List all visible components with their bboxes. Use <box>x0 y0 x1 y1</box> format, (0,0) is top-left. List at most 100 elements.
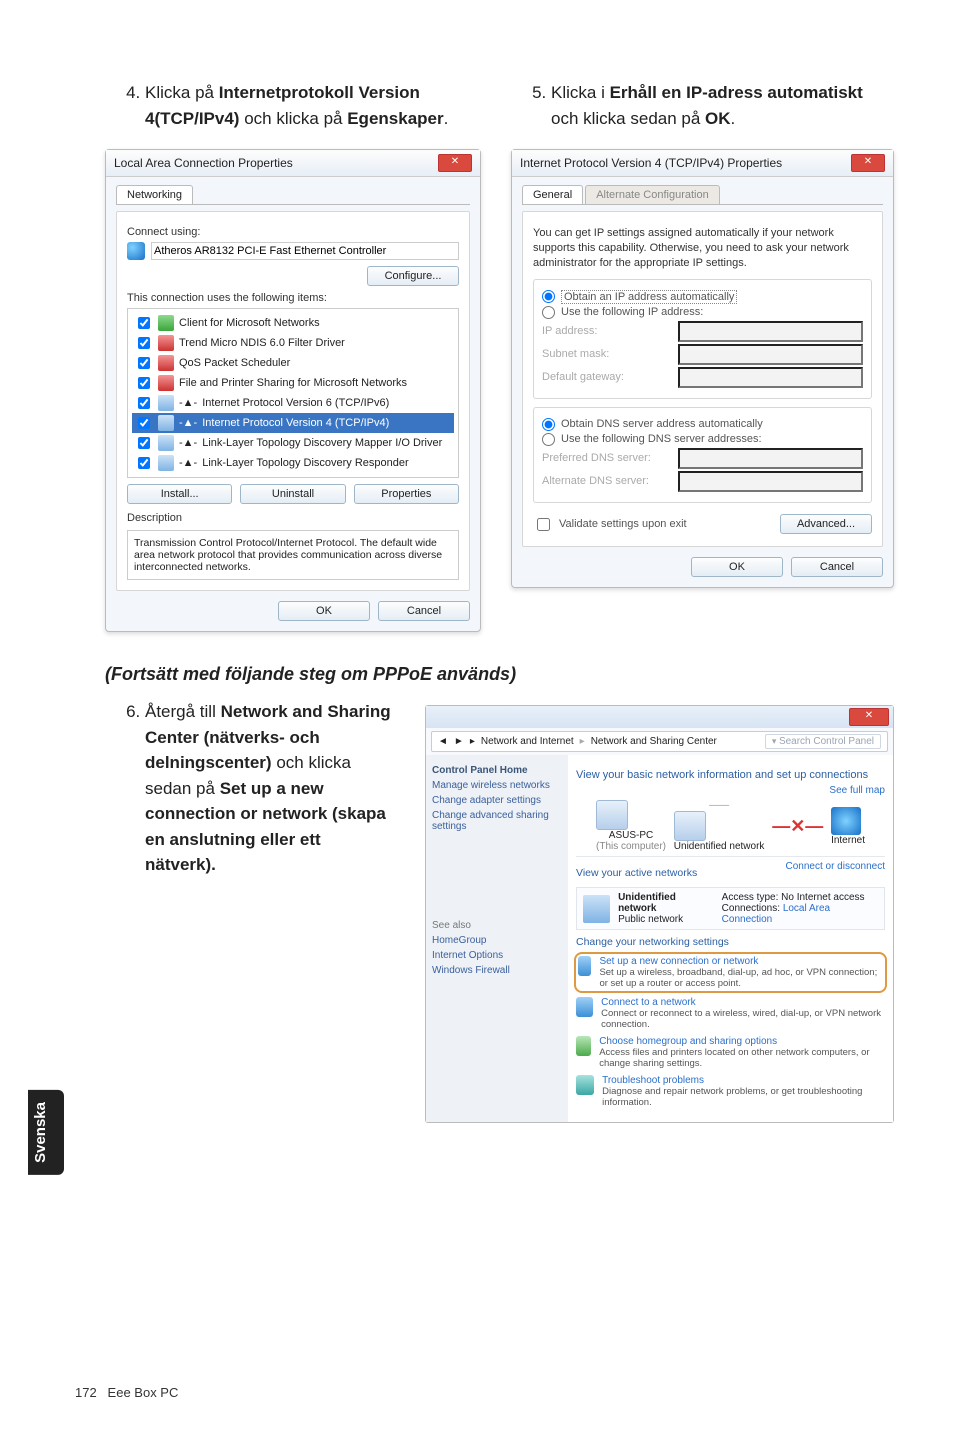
uninstall-button[interactable]: Uninstall <box>240 484 345 504</box>
chk-item-5[interactable] <box>138 417 150 429</box>
pc-icon <box>596 800 628 830</box>
nsc-breadcrumb-2[interactable]: Network and Sharing Center <box>591 736 717 747</box>
radio-obtain-ip[interactable] <box>542 290 555 303</box>
back-icon[interactable]: ◄ <box>438 736 448 747</box>
ipv4-tabs: General Alternate Configuration <box>522 185 883 205</box>
step-6: Återgå till Network and Sharing Center (… <box>145 699 395 878</box>
t3-desc: Access files and printers located on oth… <box>599 1047 885 1069</box>
link-connect-disconnect[interactable]: Connect or disconnect <box>785 861 885 883</box>
ipv4-intro: You can get IP settings assigned automat… <box>533 226 872 271</box>
item-5: Internet Protocol Version 4 (TCP/IPv4) <box>202 417 389 429</box>
lbl-subnet: Subnet mask: <box>542 348 672 360</box>
close-icon[interactable]: ✕ <box>438 154 472 172</box>
step5-bold1: Erhåll en IP-adress automatiskt <box>610 83 863 102</box>
ipv6-icon <box>158 395 174 411</box>
step5-mid: och klicka sedan på <box>551 109 705 128</box>
connection-items-list[interactable]: Client for Microsoft Networks Trend Micr… <box>127 308 459 478</box>
side-internet-options[interactable]: Internet Options <box>432 950 562 961</box>
item-7: Link-Layer Topology Discovery Responder <box>202 457 408 469</box>
chk-validate[interactable] <box>537 518 550 531</box>
item-1: Trend Micro NDIS 6.0 Filter Driver <box>179 337 345 349</box>
network-map: ASUS-PC(This computer) ——Unidentified ne… <box>576 796 885 857</box>
side-homegroup[interactable]: HomeGroup <box>432 935 562 946</box>
desc-text: Transmission Control Protocol/Internet P… <box>127 530 459 580</box>
breadcrumb[interactable]: ◄ ► ▸ Network and Internet ▸ Network and… <box>431 731 888 752</box>
chk-item-7[interactable] <box>138 457 150 469</box>
lbl-use-ip: Use the following IP address: <box>561 306 703 318</box>
acc-val: No Internet access <box>781 892 864 903</box>
lltdr-icon <box>158 455 174 471</box>
lac-cancel-button[interactable]: Cancel <box>378 601 470 621</box>
item-6: Link-Layer Topology Discovery Mapper I/O… <box>202 437 442 449</box>
field-alt-dns <box>678 471 863 492</box>
side-manage-wireless[interactable]: Manage wireless networks <box>432 780 562 791</box>
task-connect-network[interactable]: Connect to a networkConnect or reconnect… <box>576 997 885 1030</box>
active-network-block: Unidentified networkPublic network Acces… <box>576 887 885 930</box>
properties-button[interactable]: Properties <box>354 484 459 504</box>
radio-obtain-dns[interactable] <box>542 418 555 431</box>
search-input[interactable]: ▾ Search Control Panel <box>765 734 881 749</box>
radio-use-ip[interactable] <box>542 306 555 319</box>
tab-alt-config[interactable]: Alternate Configuration <box>585 185 720 204</box>
conn-lbl: Connections: <box>722 903 780 914</box>
step5-bold2: OK <box>705 109 731 128</box>
lbl-ip-address: IP address: <box>542 325 672 337</box>
chk-item-0[interactable] <box>138 317 150 329</box>
map-pc-sub: (This computer) <box>596 841 666 852</box>
net-name: Unidentified network <box>618 892 676 914</box>
chk-item-2[interactable] <box>138 357 150 369</box>
advanced-button[interactable]: Advanced... <box>780 514 872 534</box>
nsc-breadcrumb-1[interactable]: Network and Internet <box>481 736 574 747</box>
active-net-hdr: View your active networks <box>576 867 697 879</box>
ipv4-ok-button[interactable]: OK <box>691 557 783 577</box>
install-button[interactable]: Install... <box>127 484 232 504</box>
side-windows-firewall[interactable]: Windows Firewall <box>432 965 562 976</box>
task-homegroup[interactable]: Choose homegroup and sharing optionsAcce… <box>576 1036 885 1069</box>
close-icon[interactable]: ✕ <box>849 708 889 726</box>
lltdm-icon <box>158 435 174 451</box>
radio-use-dns[interactable] <box>542 433 555 446</box>
lac-dialog: Local Area Connection Properties ✕ Netwo… <box>105 149 481 632</box>
item-4: Internet Protocol Version 6 (TCP/IPv6) <box>202 397 389 409</box>
map-internet-label: Internet <box>831 835 865 846</box>
tab-networking[interactable]: Networking <box>116 185 193 204</box>
chk-item-1[interactable] <box>138 337 150 349</box>
configure-button[interactable]: Configure... <box>367 266 459 286</box>
chk-item-4[interactable] <box>138 397 150 409</box>
nsc-addr-1: ▸ <box>470 736 475 747</box>
map-pc-label: ASUS-PC <box>596 830 666 841</box>
close-icon[interactable]: ✕ <box>851 154 885 172</box>
side-change-sharing[interactable]: Change advanced sharing settings <box>432 810 562 832</box>
task-setup-connection[interactable]: Set up a new connection or networkSet up… <box>576 954 885 991</box>
lbl-validate: Validate settings upon exit <box>559 518 687 530</box>
chk-item-3[interactable] <box>138 377 150 389</box>
chk-item-6[interactable] <box>138 437 150 449</box>
page-footer: 172 Eee Box PC <box>75 1385 178 1400</box>
side-change-adapter[interactable]: Change adapter settings <box>432 795 562 806</box>
disconnect-icon: —✕— <box>772 816 823 837</box>
t4-desc: Diagnose and repair network problems, or… <box>602 1086 885 1108</box>
item-2: QoS Packet Scheduler <box>179 357 290 369</box>
lac-ok-button[interactable]: OK <box>278 601 370 621</box>
adapter-icon <box>127 242 145 260</box>
field-pref-dns <box>678 448 863 469</box>
ipv4-cancel-button[interactable]: Cancel <box>791 557 883 577</box>
t2-desc: Connect or reconnect to a wireless, wire… <box>601 1008 885 1030</box>
connect-icon <box>576 997 593 1017</box>
network-icon <box>674 811 706 841</box>
tab-general[interactable]: General <box>522 185 583 204</box>
task-troubleshoot[interactable]: Troubleshoot problemsDiagnose and repair… <box>576 1075 885 1108</box>
item-0: Client for Microsoft Networks <box>179 317 320 329</box>
nsc-window: ✕ ◄ ► ▸ Network and Internet ▸ Network a… <box>425 705 894 1123</box>
link-full-map[interactable]: See full map <box>576 785 885 796</box>
lac-title: Local Area Connection Properties <box>114 156 438 170</box>
page-number: 172 <box>75 1385 97 1400</box>
forward-icon[interactable]: ► <box>454 736 464 747</box>
step-4: Klicka på Internetprotokoll Version 4(TC… <box>145 80 481 131</box>
search-placeholder: Search Control Panel <box>779 736 874 747</box>
desc-title: Description <box>127 512 459 524</box>
adapter-field[interactable] <box>151 242 459 260</box>
ipv4-dialog: Internet Protocol Version 4 (TCP/IPv4) P… <box>511 149 894 588</box>
language-tab: Svenska <box>28 1090 64 1175</box>
map-net-label: Unidentified network <box>674 841 765 852</box>
